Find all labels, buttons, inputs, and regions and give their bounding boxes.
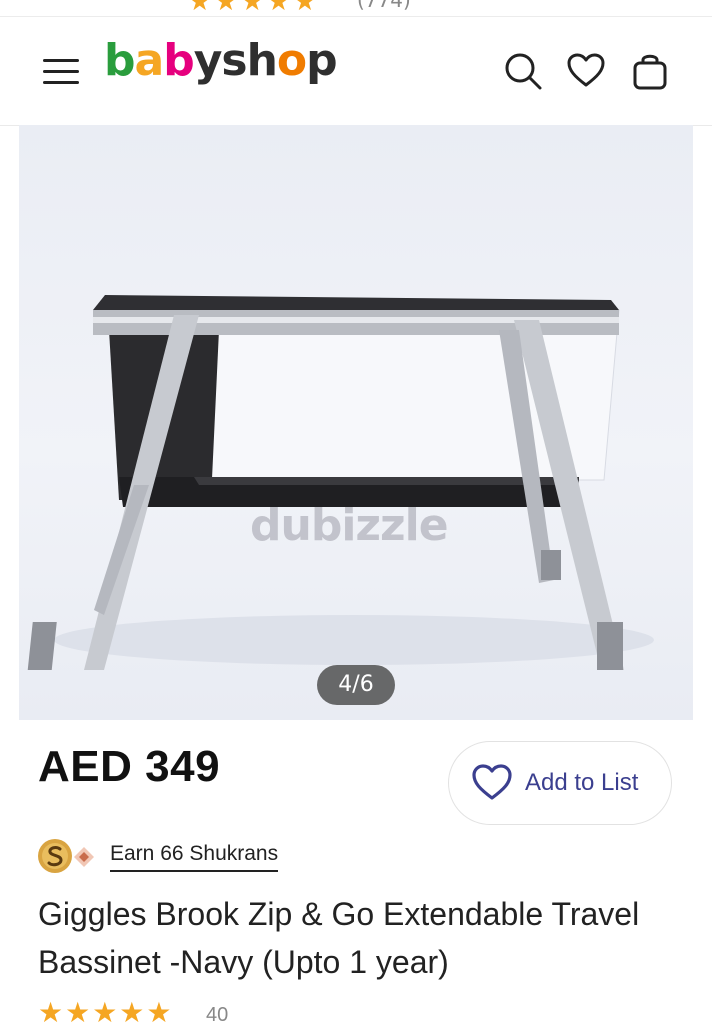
product-image-gallery[interactable]: dubizzle 4/6 [19, 125, 693, 720]
heart-outline-icon [472, 764, 512, 800]
previous-review-count: (774) [357, 0, 411, 12]
product-title: Giggles Brook Zip & Go Extendable Travel… [38, 896, 640, 980]
heart-icon[interactable] [566, 51, 606, 91]
previous-rating-stars: ★★★★★ [188, 0, 320, 16]
bag-icon[interactable] [630, 51, 670, 91]
image-pager: 4/6 [317, 665, 395, 705]
coin-icon [38, 839, 72, 873]
babyshop-logo[interactable]: babyshop [104, 31, 338, 91]
watermark: dubizzle [250, 500, 449, 551]
earn-shukrans-link[interactable]: Earn 66 Shukrans [110, 842, 279, 872]
add-to-list-label: Add to List [525, 769, 639, 796]
bassinet-image [27, 295, 654, 670]
previous-section-strip: ★★★★★ (774) [0, 0, 712, 16]
rating-stars: ★★★★★ [38, 996, 174, 1029]
menu-icon[interactable] [43, 57, 79, 85]
add-to-list-button[interactable]: Add to List [448, 741, 672, 825]
diamond-icon [74, 847, 94, 867]
search-icon[interactable] [503, 51, 543, 91]
product-price: AED 349 [38, 742, 221, 791]
site-header: babyshop [0, 16, 712, 126]
